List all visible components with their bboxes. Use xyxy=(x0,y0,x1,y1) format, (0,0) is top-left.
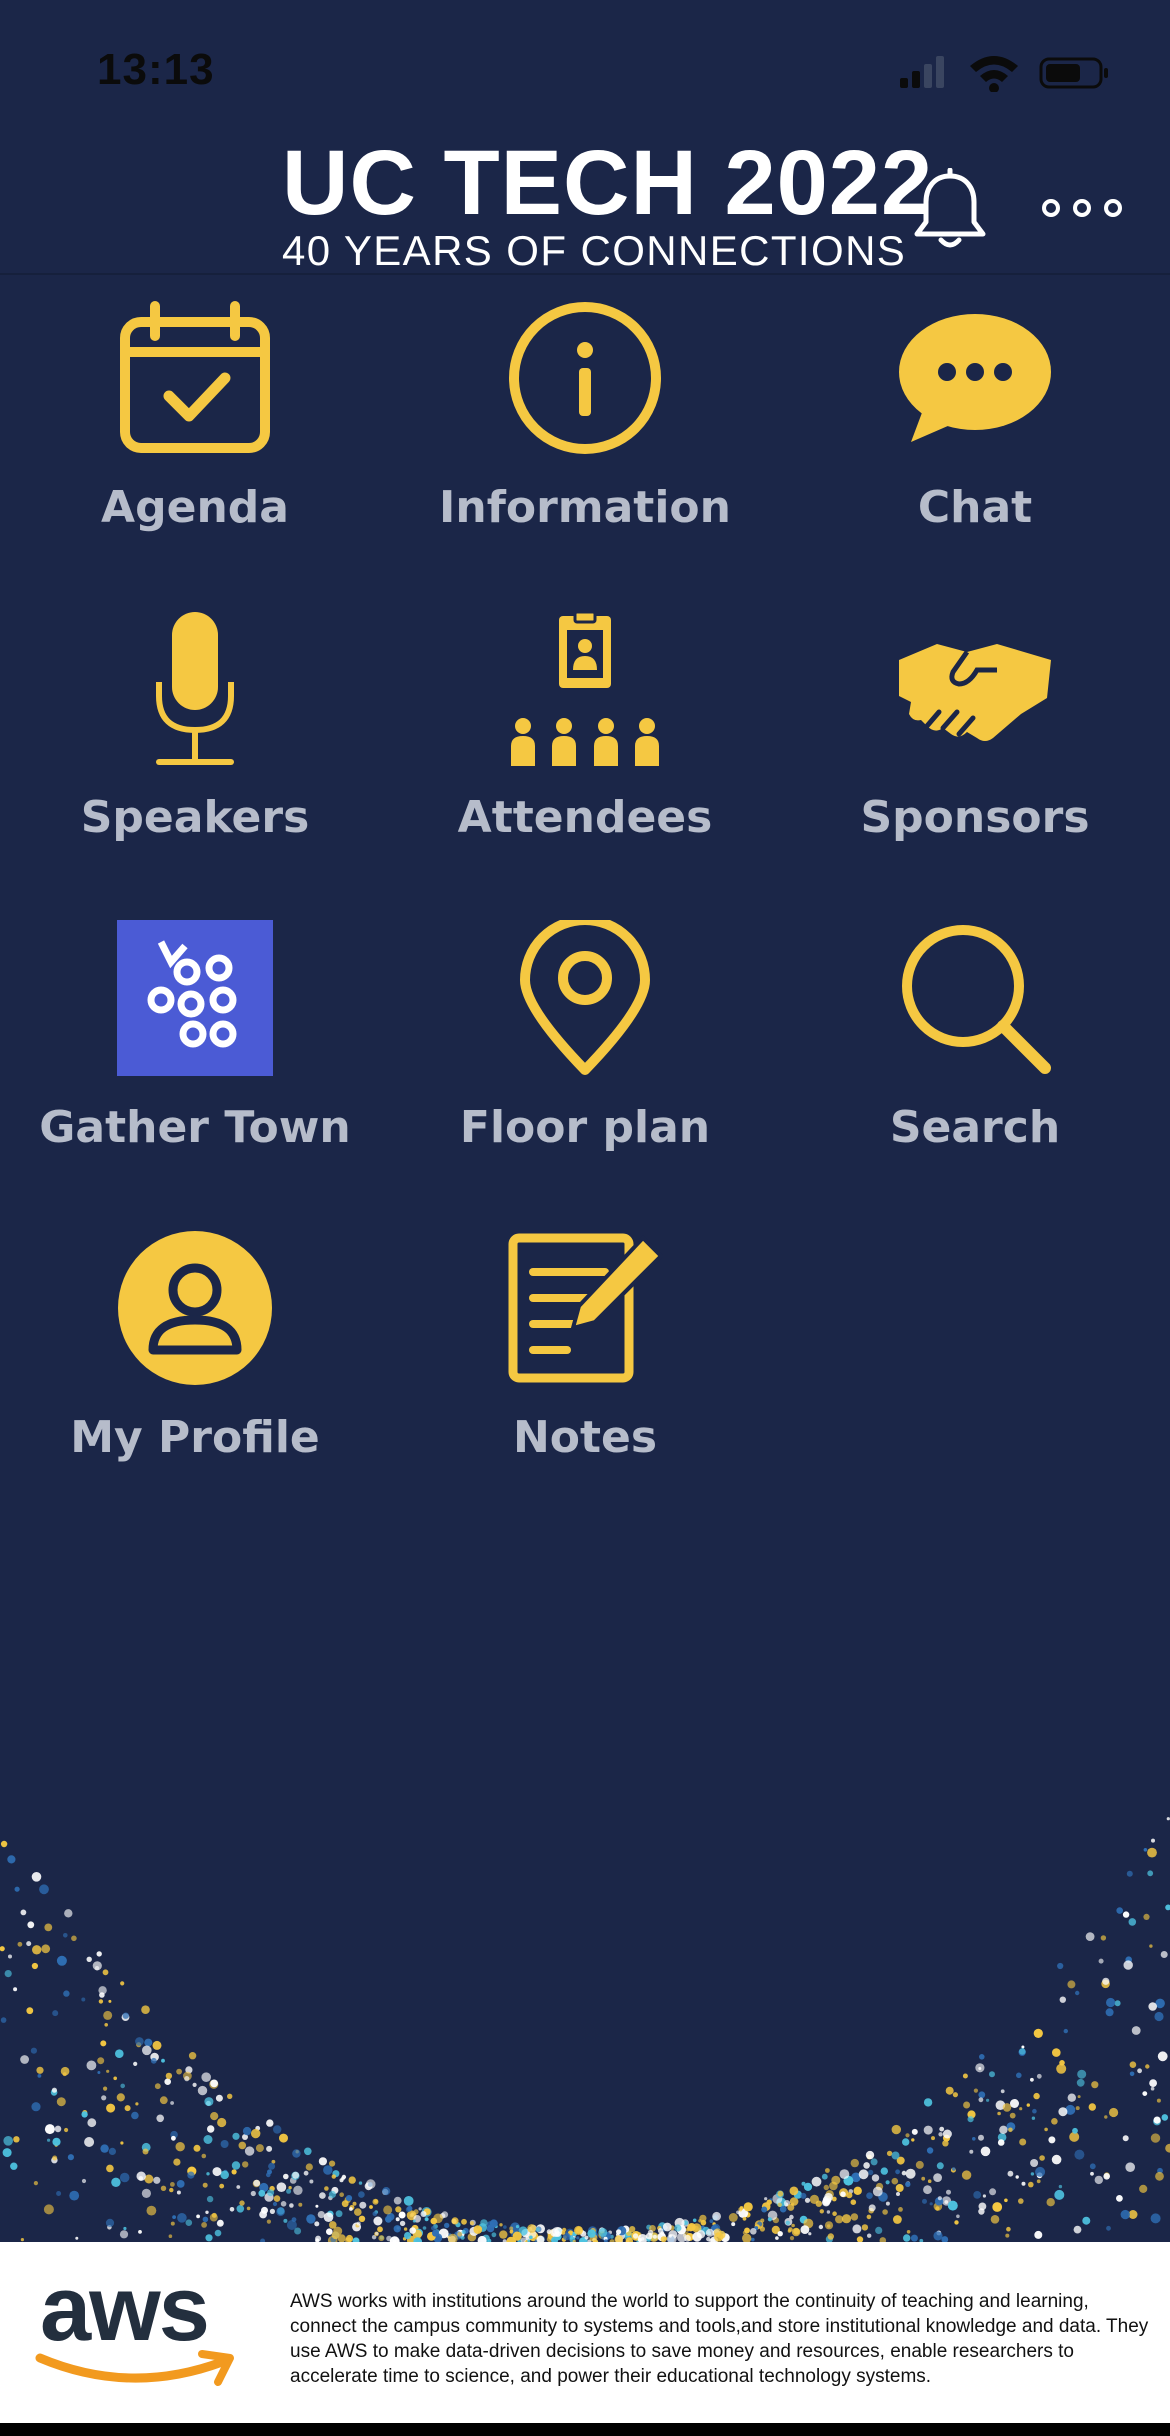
handshake-icon xyxy=(899,644,1051,741)
notifications-button[interactable] xyxy=(912,167,988,256)
tile-label: Sponsors xyxy=(860,792,1090,843)
event-title: UC TECH 2022 xyxy=(282,132,934,234)
status-bar: 13:13 xyxy=(0,0,1170,130)
map-pin-icon xyxy=(520,920,650,1075)
tile-my-profile[interactable]: My Profile xyxy=(0,1220,390,1510)
event-brand: UC TECH 2022 40 YEARS OF CONNECTIONS xyxy=(282,135,933,273)
tile-label: Search xyxy=(889,1102,1061,1153)
tile-label: Floor plan xyxy=(459,1102,711,1153)
tile-label: Speakers xyxy=(80,792,310,843)
tile-chat[interactable]: Chat xyxy=(780,290,1170,580)
footer-description: AWS works with institutions around the w… xyxy=(290,2291,1149,2387)
notes-edit-icon xyxy=(508,1233,663,1383)
tile-label: Agenda xyxy=(101,482,289,533)
tile-label: Chat xyxy=(917,482,1033,533)
tile-information[interactable]: Information xyxy=(390,290,780,580)
tile-notes[interactable]: Notes xyxy=(390,1220,780,1510)
info-circle-icon xyxy=(509,302,661,454)
status-time: 13:13 xyxy=(97,45,215,94)
sponsor-footer: aws AWS works with institutions around t… xyxy=(0,2242,1170,2423)
more-dots-icon xyxy=(1042,199,1122,217)
tile-gather-town[interactable]: Gather Town xyxy=(0,910,390,1200)
app-header: UC TECH 2022 40 YEARS OF CONNECTIONS xyxy=(0,130,1170,275)
signal-icon xyxy=(900,56,944,88)
tile-label: Gather Town xyxy=(39,1102,351,1153)
calendar-check-icon xyxy=(120,301,270,453)
gather-town-logo-icon xyxy=(117,920,273,1076)
svg-text:aws: aws xyxy=(40,2270,208,2360)
user-circle-icon xyxy=(118,1231,272,1385)
tile-floor-plan[interactable]: Floor plan xyxy=(390,910,780,1200)
confetti-decoration xyxy=(0,1817,1170,2242)
microphone-icon xyxy=(156,612,234,765)
wifi-icon xyxy=(970,56,1018,93)
more-options-button[interactable] xyxy=(1040,196,1124,224)
event-subtitle: 40 YEARS OF CONNECTIONS xyxy=(282,227,907,274)
tile-sponsors[interactable]: Sponsors xyxy=(780,600,1170,890)
tile-label: Information xyxy=(439,482,731,533)
tile-label: Notes xyxy=(512,1412,658,1463)
bell-icon xyxy=(914,167,986,248)
search-icon xyxy=(902,925,1051,1074)
tile-label: My Profile xyxy=(70,1412,320,1463)
aws-logo[interactable]: aws xyxy=(34,2258,244,2404)
chat-bubble-icon xyxy=(899,314,1051,442)
status-icons xyxy=(900,52,1110,96)
battery-icon xyxy=(1039,57,1108,89)
tile-label: Attendees xyxy=(457,792,713,843)
home-indicator-bar xyxy=(0,2423,1170,2436)
tile-agenda[interactable]: Agenda xyxy=(0,290,390,580)
tile-attendees[interactable]: Attendees xyxy=(390,600,780,890)
tile-search[interactable]: Search xyxy=(780,910,1170,1200)
attendees-badge-icon xyxy=(511,610,659,766)
tile-speakers[interactable]: Speakers xyxy=(0,600,390,890)
